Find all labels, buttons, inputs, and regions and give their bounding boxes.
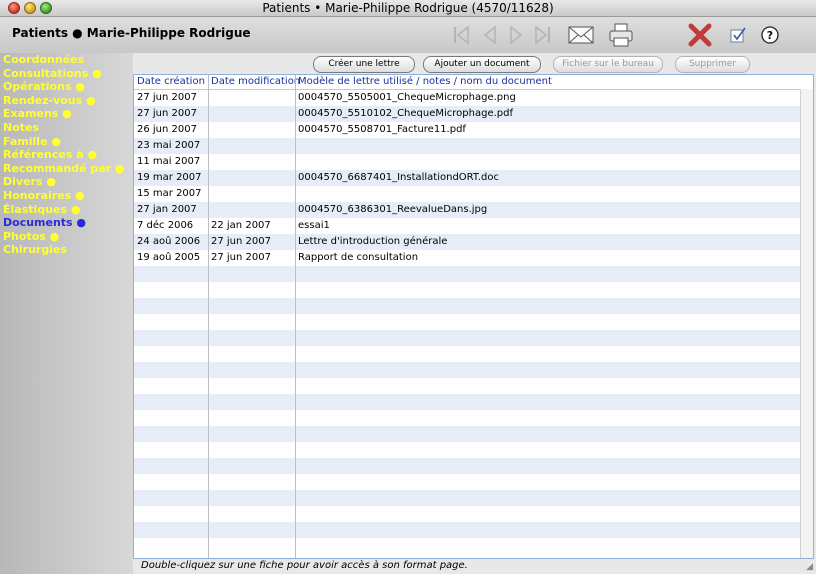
delete-button[interactable]: Supprimer xyxy=(675,56,750,73)
table-row[interactable]: 15 mar 2007 xyxy=(134,186,800,202)
cell-date-created: 27 jun 2007 xyxy=(137,92,197,103)
cell-date-modified: 22 jan 2007 xyxy=(211,220,271,231)
table-row[interactable]: 27 jun 2007 0004570_5505001_ChequeMicroph… xyxy=(134,90,800,106)
cell-date-created: 26 jun 2007 xyxy=(137,124,197,135)
envelope-icon[interactable] xyxy=(568,23,594,47)
table-row[interactable] xyxy=(134,346,800,362)
sidebar-item[interactable]: Examens ● xyxy=(3,107,72,120)
table-body: 27 jun 2007 0004570_5505001_ChequeMicroph… xyxy=(134,90,800,554)
cell-date-created: 15 mar 2007 xyxy=(137,188,202,199)
table-row[interactable] xyxy=(134,330,800,346)
resize-grip-icon[interactable]: ◢ xyxy=(806,561,813,572)
window-title: Patients • Marie-Philippe Rodrigue (4570… xyxy=(262,1,554,15)
column-header-document-name[interactable]: Modèle de lettre utilisé / notes / nom d… xyxy=(298,76,552,87)
documents-table[interactable]: Date création Date modification Modèle d… xyxy=(133,74,814,559)
svg-text:?: ? xyxy=(767,29,773,42)
table-row[interactable]: 7 déc 2006 22 jan 2007 essai1 xyxy=(134,218,800,234)
table-row[interactable]: 24 aoû 2006 27 jun 2007 Lettre d'introduct… xyxy=(134,234,800,250)
table-row[interactable] xyxy=(134,282,800,298)
table-row[interactable]: 19 mar 2007 0004570_6687401_Installationd… xyxy=(134,170,800,186)
desktop-file-button[interactable]: Fichier sur le bureau xyxy=(553,56,663,73)
sidebar: Coordonnées Consultations ● Opérations ● Re… xyxy=(0,53,133,574)
help-icon[interactable]: ? xyxy=(760,23,780,47)
sidebar-item[interactable]: Chirurgies xyxy=(3,243,67,256)
table-row[interactable] xyxy=(134,426,800,442)
table-row[interactable]: 27 jan 2007 0004570_6386301_ReevalueDans.… xyxy=(134,202,800,218)
cell-document-name: essai1 xyxy=(298,220,330,231)
table-row[interactable] xyxy=(134,522,800,538)
table-row[interactable] xyxy=(134,506,800,522)
sidebar-item[interactable]: Notes xyxy=(3,121,39,134)
printer-icon[interactable] xyxy=(608,23,634,47)
table-row[interactable] xyxy=(134,474,800,490)
cell-date-created: 19 aoû 2005 xyxy=(137,252,201,263)
sidebar-item[interactable]: Photos ● xyxy=(3,230,59,243)
footer-hint: Double-cliquez sur une fiche pour avoir … xyxy=(141,560,468,571)
cell-document-name: 0004570_6687401_InstallationdORT.doc xyxy=(298,172,499,183)
sidebar-item[interactable]: Recommandé par ● xyxy=(3,162,125,175)
cell-document-name: 0004570_5505001_ChequeMicrophage.png xyxy=(298,92,516,103)
sidebar-item[interactable]: Honoraires ● xyxy=(3,189,85,202)
sidebar-item[interactable]: Rendez-vous ● xyxy=(3,94,96,107)
last-record-icon[interactable] xyxy=(530,23,554,47)
title-bar[interactable]: Patients • Marie-Philippe Rodrigue (4570… xyxy=(0,0,816,17)
table-row[interactable] xyxy=(134,378,800,394)
cell-document-name: Rapport de consultation xyxy=(298,252,419,263)
cell-document-name: 0004570_6386301_ReevalueDans.jpg xyxy=(298,204,488,215)
table-row[interactable] xyxy=(134,394,800,410)
vertical-scrollbar[interactable] xyxy=(800,89,813,558)
table-row[interactable]: 26 jun 2007 0004570_5508701_Facture11.pdf xyxy=(134,122,800,138)
table-row[interactable] xyxy=(134,442,800,458)
table-row[interactable] xyxy=(134,362,800,378)
table-row[interactable]: 23 mai 2007 xyxy=(134,138,800,154)
column-divider xyxy=(208,75,209,558)
cell-date-modified: 27 jun 2007 xyxy=(211,252,271,263)
toolbar: Patients ● Marie-Philippe Rodrigue ? xyxy=(0,17,816,53)
sidebar-item[interactable]: Documents ● xyxy=(3,216,86,229)
sidebar-item[interactable]: Famille ● xyxy=(3,135,61,148)
add-document-button[interactable]: Ajouter un document xyxy=(423,56,541,73)
previous-record-icon[interactable] xyxy=(478,23,502,47)
app-window: Patients • Marie-Philippe Rodrigue (4570… xyxy=(0,0,816,574)
sidebar-item[interactable]: Références à ● xyxy=(3,148,97,161)
cell-date-created: 27 jun 2007 xyxy=(137,108,197,119)
cell-date-created: 7 déc 2006 xyxy=(137,220,194,231)
cell-date-created: 23 mai 2007 xyxy=(137,140,201,151)
table-row[interactable] xyxy=(134,266,800,282)
table-row[interactable]: 11 mai 2007 xyxy=(134,154,800,170)
column-divider xyxy=(295,75,296,558)
cell-document-name: 0004570_5510102_ChequeMicrophage.pdf xyxy=(298,108,514,119)
sidebar-item[interactable]: Divers ● xyxy=(3,175,56,188)
sidebar-item[interactable]: Opérations ● xyxy=(3,80,85,93)
checkbox-icon[interactable] xyxy=(728,23,748,47)
first-record-icon[interactable] xyxy=(450,23,474,47)
table-row[interactable]: 19 aoû 2005 27 jun 2007 Rapport de consult… xyxy=(134,250,800,266)
cell-date-created: 11 mai 2007 xyxy=(137,156,201,167)
cell-document-name: Lettre d'introduction générale xyxy=(298,236,448,247)
cell-date-created: 24 aoû 2006 xyxy=(137,236,201,247)
table-row[interactable] xyxy=(134,298,800,314)
sidebar-item[interactable]: Coordonnées xyxy=(3,53,84,66)
delete-x-icon[interactable] xyxy=(686,23,714,47)
table-header: Date création Date modification Modèle d… xyxy=(134,75,813,90)
patient-header: Patients ● Marie-Philippe Rodrigue xyxy=(12,26,251,40)
table-row[interactable]: 27 jun 2007 0004570_5510102_ChequeMicroph… xyxy=(134,106,800,122)
cell-document-name: 0004570_5508701_Facture11.pdf xyxy=(298,124,466,135)
create-letter-button[interactable]: Créer une lettre xyxy=(313,56,415,73)
table-row[interactable] xyxy=(134,538,800,554)
cell-date-modified: 27 jun 2007 xyxy=(211,236,271,247)
sidebar-item[interactable]: Consultations ● xyxy=(3,67,102,80)
table-row[interactable] xyxy=(134,314,800,330)
table-row[interactable] xyxy=(134,410,800,426)
cell-date-created: 19 mar 2007 xyxy=(137,172,202,183)
next-record-icon[interactable] xyxy=(504,23,528,47)
column-header-date-created[interactable]: Date création xyxy=(137,76,205,87)
table-row[interactable] xyxy=(134,458,800,474)
cell-date-created: 27 jan 2007 xyxy=(137,204,197,215)
table-row[interactable] xyxy=(134,490,800,506)
column-header-date-modified[interactable]: Date modification xyxy=(211,76,300,87)
sidebar-item[interactable]: Élastiques ● xyxy=(3,203,80,216)
